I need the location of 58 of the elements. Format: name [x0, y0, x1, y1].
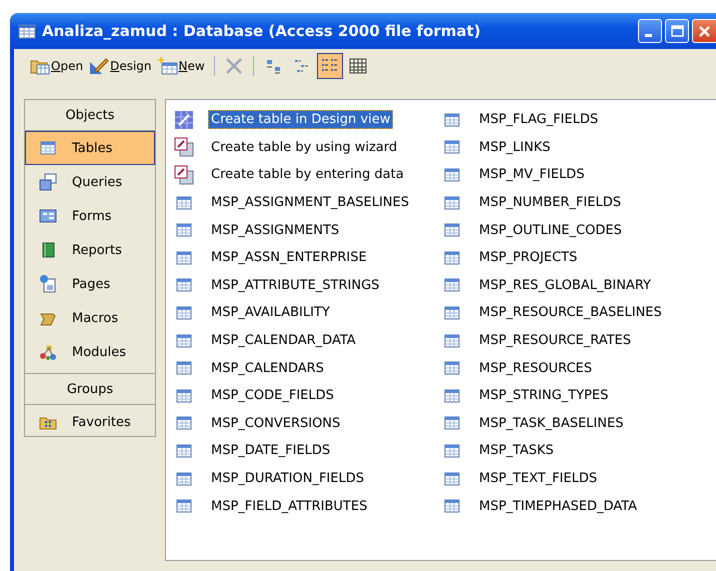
list-item[interactable]: MSP_TIMEPHASED_DATA	[476, 496, 640, 516]
list-item[interactable]: MSP_RESOURCE_BASELINES	[476, 303, 665, 322]
list-item[interactable]: MSP_RESOURCES	[476, 358, 595, 378]
close-button[interactable]	[692, 19, 716, 43]
ruler-pencil-icon	[89, 57, 110, 75]
list-item[interactable]: MSP_FLAG_FIELDS	[476, 110, 602, 130]
objects-bar-item[interactable]: Tables	[25, 131, 155, 165]
list-item[interactable]: MSP_RESOURCE_RATES	[476, 331, 634, 350]
objects-bar-item[interactable]: Forms	[25, 199, 155, 233]
list-item[interactable]: MSP_DURATION_FIELDS	[208, 469, 367, 488]
page-icon	[38, 274, 58, 294]
objects-bar-item[interactable]: Queries	[25, 165, 155, 199]
modules-icon	[38, 342, 58, 362]
objects-bar-item[interactable]: Favorites	[25, 405, 155, 439]
list-item[interactable]: MSP_FIELD_ATTRIBUTES	[208, 496, 370, 516]
list-item[interactable]: MSP_ATTRIBUTE_STRINGS	[208, 276, 382, 295]
list-item[interactable]: MSP_TEXT_FIELDS	[476, 469, 600, 488]
design-view-icon	[174, 110, 194, 130]
list-item[interactable]: MSP_LINKS	[476, 138, 554, 157]
list-item[interactable]: MSP_OUTLINE_CODES	[476, 220, 625, 240]
objects-bar-item[interactable]: Modules	[25, 335, 155, 369]
minimize-button[interactable]	[638, 19, 662, 43]
new-table-icon	[158, 57, 178, 75]
list-item[interactable]: MSP_CODE_FIELDS	[208, 386, 337, 406]
list-item[interactable]: MSP_NUMBER_FIELDS	[476, 193, 624, 212]
window-title: Analiza_zamud : Database (Access 2000 file format)	[42, 22, 481, 40]
objects-bar-item[interactable]: Macros	[25, 301, 155, 335]
objects-bar-item[interactable]: Pages	[25, 267, 155, 301]
list-item[interactable]: MSP_RES_GLOBAL_BINARY	[476, 276, 654, 295]
wizard-icon	[174, 164, 194, 185]
list-item[interactable]: MSP_AVAILABILITY	[208, 303, 333, 322]
database-icon	[18, 23, 36, 39]
list-item[interactable]: MSP_TASKS	[476, 441, 557, 460]
queries-icon	[38, 172, 58, 192]
minimize-icon	[644, 34, 652, 36]
list-item[interactable]: Create table by using wizard	[208, 138, 400, 157]
list-item[interactable]: MSP_CONVERSIONS	[208, 414, 344, 433]
list-item[interactable]: MSP_ASSIGNMENTS	[208, 220, 342, 240]
wizard-icon	[174, 137, 194, 158]
grid-icon	[348, 57, 368, 75]
design-button[interactable]: Design	[87, 55, 154, 77]
open-button[interactable]: Open	[28, 55, 86, 77]
list-item[interactable]: MSP_CALENDARS	[208, 358, 327, 378]
new-button[interactable]: New	[156, 55, 207, 77]
maximize-button[interactable]	[665, 19, 689, 43]
objects-bar-item[interactable]: Reports	[25, 233, 155, 267]
list-item[interactable]: MSP_ASSN_ENTERPRISE	[208, 248, 370, 268]
list-item[interactable]: MSP_TASK_BASELINES	[476, 414, 626, 433]
list-item[interactable]: MSP_CALENDAR_DATA	[208, 331, 359, 350]
list-item[interactable]: Create table by entering data	[208, 165, 407, 184]
list-item[interactable]: MSP_DATE_FIELDS	[208, 441, 334, 460]
list-item[interactable]: MSP_ASSIGNMENT_BASELINES	[208, 193, 412, 212]
list-item[interactable]: Create table in Design view	[208, 110, 394, 130]
groups-header: Groups	[25, 373, 155, 405]
list-view-button[interactable]	[316, 53, 343, 79]
list-item[interactable]: MSP_PROJECTS	[476, 248, 580, 268]
list-item[interactable]: MSP_MV_FIELDS	[476, 165, 588, 184]
list-item[interactable]: MSP_STRING_TYPES	[476, 386, 612, 406]
